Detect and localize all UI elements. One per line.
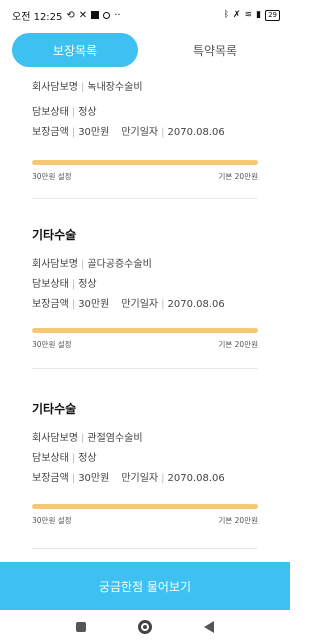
progress-labels: 30만원 설정 기본 20만원: [32, 515, 258, 526]
amount-row: 보장금액 | 30만원 만기일자 | 2070.08.06: [32, 473, 225, 484]
status-left: 오전 12:25 ⟲ ✕ ··: [12, 8, 121, 23]
status-label: 담보상태: [32, 453, 69, 464]
tab-rider-list[interactable]: 특약목록: [152, 33, 278, 67]
coverage-card: 기타수술 회사담보명 | 관절염수술비 담보상태 | 정상 보장금액 | 30만원 만기일자 |…: [32, 400, 258, 525]
company-value: 관절염수술비: [87, 433, 143, 444]
tab-bar: 보장목록 특약목록: [0, 30, 290, 70]
wifi-icon: ≋: [244, 10, 253, 20]
bar-right-label: 기본 20만원: [218, 340, 258, 349]
battery-icon: 29: [265, 9, 280, 21]
status-row: 담보상태 | 정상: [32, 107, 97, 118]
square-icon: [91, 11, 100, 19]
status-bar: 오전 12:25 ⟲ ✕ ·· ᛒ ✗ ≋ ▮ 29: [0, 0, 290, 30]
sync-icon: ⟲: [66, 9, 75, 21]
coverage-progress-fill: [32, 504, 258, 509]
coverage-progress-bar: [32, 328, 258, 333]
bar-right-label: 기본 20만원: [218, 172, 258, 181]
amount-label: 보장금액: [32, 299, 69, 310]
expiry-label: 만기일자: [121, 299, 159, 310]
coverage-list[interactable]: 회사담보명 | 녹내장수술비 담보상태 | 정상 보장금액 | 30만원 만기일자 | 2070.…: [0, 70, 290, 562]
company-row: 회사담보명 | 관절염수술비: [32, 433, 143, 444]
ask-question-button[interactable]: 궁금한점 물어보기: [0, 562, 290, 610]
coverage-progress-fill: [32, 160, 258, 165]
status-right: ᛒ ✗ ≋ ▮ 29: [223, 9, 280, 21]
recent-apps-icon[interactable]: [76, 622, 86, 632]
amount-value: 30만원: [78, 299, 110, 310]
status-label: 담보상태: [32, 107, 69, 118]
coverage-card: 기타수술 회사담보명 | 골다공증수술비 담보상태 | 정상 보장금액 | 30만원 만기일자…: [32, 226, 258, 349]
coverage-progress-bar: [32, 160, 258, 165]
mute-icon: ✗: [233, 10, 241, 20]
bar-left-label: 30만원 설정: [32, 340, 72, 349]
home-icon[interactable]: [138, 620, 152, 634]
company-label: 회사담보명: [32, 433, 78, 444]
bar-left-label: 30만원 설정: [32, 516, 72, 525]
expiry-label: 만기일자: [121, 127, 159, 138]
expiry-label: 만기일자: [121, 473, 159, 484]
status-value: 정상: [78, 453, 97, 464]
status-time: 오전 12:25: [12, 11, 63, 23]
bar-left-label: 30만원 설정: [32, 172, 72, 181]
company-label: 회사담보명: [32, 259, 78, 270]
expiry-value: 2070.08.06: [167, 127, 225, 138]
amount-label: 보장금액: [32, 473, 69, 484]
status-value: 정상: [78, 279, 97, 290]
amount-value: 30만원: [78, 473, 110, 484]
status-row: 담보상태 | 정상: [32, 279, 97, 290]
ring-icon: [103, 11, 111, 19]
company-label: 회사담보명: [32, 82, 78, 93]
coverage-progress-bar: [32, 504, 258, 509]
company-value: 골다공증수술비: [87, 259, 152, 270]
card-divider: [32, 548, 258, 549]
amount-label: 보장금액: [32, 127, 69, 138]
x-icon: ✕: [78, 9, 88, 21]
status-label: 담보상태: [32, 279, 69, 290]
coverage-progress-fill: [32, 328, 258, 333]
card-divider: [32, 368, 258, 369]
bar-right-label: 기본 20만원: [218, 516, 258, 525]
card-title: 기타수술: [32, 402, 77, 416]
company-row: 회사담보명 | 녹내장수술비: [32, 82, 143, 93]
back-icon[interactable]: [204, 621, 214, 633]
tab-coverage-list[interactable]: 보장목록: [12, 33, 138, 67]
progress-labels: 30만원 설정 기본 20만원: [32, 339, 258, 350]
more-dots-icon: ··: [114, 9, 121, 21]
expiry-value: 2070.08.06: [167, 473, 225, 484]
bluetooth-icon: ᛒ: [223, 10, 230, 20]
company-value: 녹내장수술비: [87, 82, 143, 93]
system-nav-bar: [0, 610, 290, 644]
status-row: 담보상태 | 정상: [32, 453, 97, 464]
progress-labels: 30만원 설정 기본 20만원: [32, 171, 258, 182]
amount-value: 30만원: [78, 127, 110, 138]
signal-icon: ▮: [256, 10, 262, 20]
card-title: 기타수술: [32, 228, 77, 242]
expiry-value: 2070.08.06: [167, 299, 225, 310]
company-row: 회사담보명 | 골다공증수술비: [32, 259, 152, 270]
amount-row: 보장금액 | 30만원 만기일자 | 2070.08.06: [32, 299, 225, 310]
status-value: 정상: [78, 107, 97, 118]
card-divider: [32, 198, 258, 199]
amount-row: 보장금액 | 30만원 만기일자 | 2070.08.06: [32, 127, 225, 138]
